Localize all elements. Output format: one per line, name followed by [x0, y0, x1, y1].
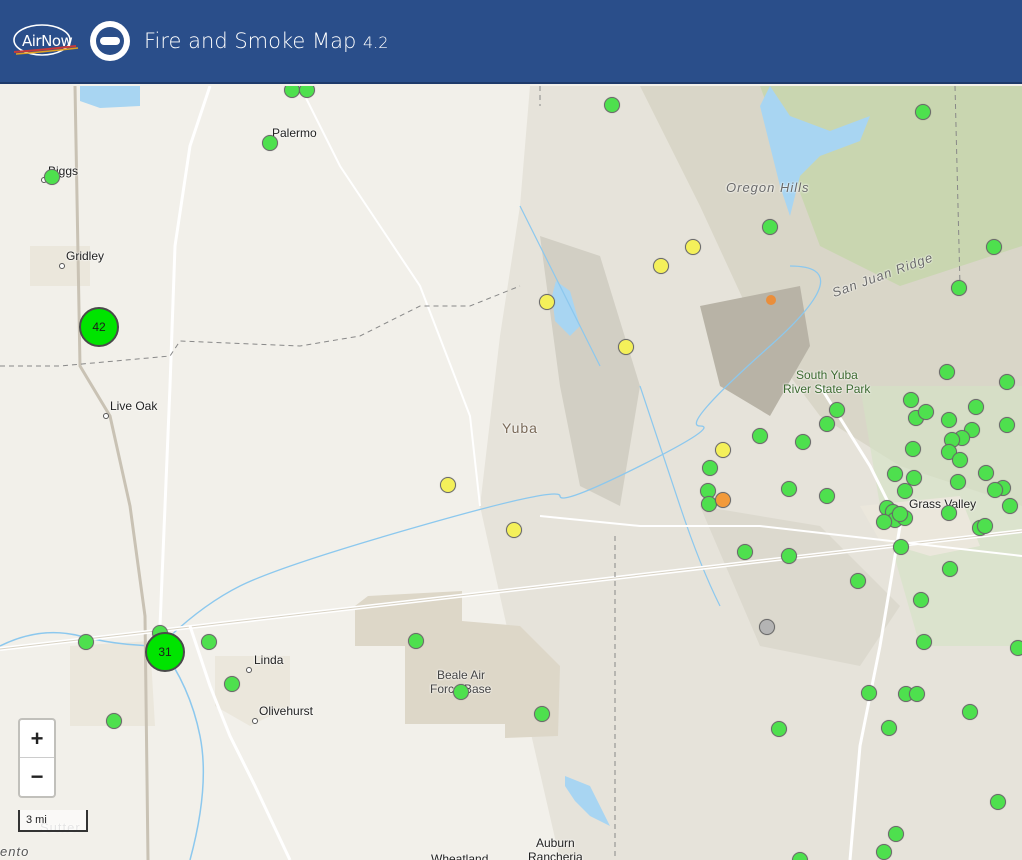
cluster-count: 42	[92, 320, 106, 334]
sensor-marker-good[interactable]	[990, 794, 1006, 810]
sensor-marker-good[interactable]	[942, 561, 958, 577]
sensor-marker-good[interactable]	[887, 466, 903, 482]
sensor-marker-moderate[interactable]	[539, 294, 555, 310]
sensor-marker-moderate[interactable]	[653, 258, 669, 274]
sensor-marker-good[interactable]	[888, 826, 904, 842]
sensor-marker-good[interactable]	[905, 441, 921, 457]
region-label-oregon: Oregon Hills	[726, 180, 810, 195]
place-label-gridley: Gridley	[66, 249, 105, 263]
sensor-marker-good[interactable]	[978, 465, 994, 481]
sensor-marker-good[interactable]	[453, 684, 469, 700]
basemap	[0, 86, 1022, 860]
zoom-control: + −	[18, 718, 56, 798]
cluster-count: 31	[158, 645, 172, 659]
sensor-marker-good[interactable]	[916, 634, 932, 650]
sensor-marker-good[interactable]	[829, 402, 845, 418]
version-label: 4.2	[362, 33, 389, 52]
park-label-river-state-park: River State Park	[783, 382, 871, 396]
sensor-marker-good[interactable]	[781, 548, 797, 564]
sensor-marker-good[interactable]	[408, 633, 424, 649]
sensor-marker-good[interactable]	[78, 634, 94, 650]
sensor-marker-good[interactable]	[915, 104, 931, 120]
sensor-marker-unknown[interactable]	[759, 619, 775, 635]
map-canvas[interactable]: Palermo Biggs Gridley Live Oak Linda Oli…	[0, 86, 1022, 860]
zoom-out-button[interactable]: −	[20, 758, 54, 795]
sensor-marker-good[interactable]	[604, 97, 620, 113]
place-label-linda: Linda	[254, 653, 284, 667]
epa-seal-icon[interactable]	[90, 21, 130, 61]
sensor-marker-good[interactable]	[951, 280, 967, 296]
sensor-marker-good[interactable]	[819, 416, 835, 432]
sensor-marker-good[interactable]	[781, 481, 797, 497]
sensor-marker-moderate[interactable]	[715, 442, 731, 458]
sensor-marker-good[interactable]	[968, 399, 984, 415]
sensor-marker-good[interactable]	[1010, 640, 1022, 656]
sensor-marker-good[interactable]	[941, 505, 957, 521]
place-label-wheatland: Wheatland	[431, 852, 489, 860]
sensor-marker-moderate[interactable]	[440, 477, 456, 493]
airnow-logo-text: AirNow	[22, 32, 73, 50]
sensor-marker-moderate[interactable]	[618, 339, 634, 355]
sensor-marker-good[interactable]	[950, 474, 966, 490]
place-label-palermo: Palermo	[272, 126, 317, 140]
sensor-marker-good[interactable]	[913, 592, 929, 608]
sensor-marker-good[interactable]	[1002, 498, 1018, 514]
sensor-marker-good[interactable]	[702, 460, 718, 476]
sensor-marker-good[interactable]	[44, 169, 60, 185]
sensor-marker-good[interactable]	[762, 219, 778, 235]
place-label-live-oak: Live Oak	[110, 399, 158, 413]
page-title: Fire and Smoke Map 4.2	[144, 29, 388, 53]
sensor-marker-good[interactable]	[737, 544, 753, 560]
sensor-marker-good[interactable]	[986, 239, 1002, 255]
sensor-marker-good[interactable]	[106, 713, 122, 729]
sensor-marker-good[interactable]	[262, 135, 278, 151]
sensor-marker-good[interactable]	[903, 392, 919, 408]
sensor-marker-good[interactable]	[771, 721, 787, 737]
place-label-auburn: Auburn	[536, 836, 575, 850]
sensor-marker-good[interactable]	[897, 483, 913, 499]
base-label-1: Beale Air	[437, 668, 486, 682]
place-label-rancheria: Rancheria	[528, 850, 583, 860]
sensor-marker-good[interactable]	[892, 506, 908, 522]
sensor-marker-good[interactable]	[876, 844, 892, 860]
sensor-marker-good[interactable]	[752, 428, 768, 444]
sensor-marker-good[interactable]	[850, 573, 866, 589]
place-label-sacramento: ento	[0, 844, 30, 859]
sensor-marker-good[interactable]	[881, 720, 897, 736]
sensor-marker-moderate[interactable]	[506, 522, 522, 538]
sensor-marker-good[interactable]	[987, 482, 1003, 498]
sensor-marker-good[interactable]	[962, 704, 978, 720]
sensor-marker-good[interactable]	[876, 514, 892, 530]
sensor-marker-usg[interactable]	[715, 492, 731, 508]
sensor-marker-good[interactable]	[918, 404, 934, 420]
sensor-marker-good[interactable]	[999, 374, 1015, 390]
sensor-marker-good[interactable]	[819, 488, 835, 504]
sensor-marker-good[interactable]	[977, 518, 993, 534]
sensor-marker-good[interactable]	[534, 706, 550, 722]
zoom-in-button[interactable]: +	[20, 720, 54, 758]
county-label-yuba: Yuba	[502, 420, 538, 436]
page-title-text: Fire and Smoke Map	[144, 29, 357, 53]
sensor-marker-good[interactable]	[939, 364, 955, 380]
cluster-marker[interactable]: 31	[145, 632, 185, 672]
sensor-marker-good[interactable]	[224, 676, 240, 692]
sensor-marker-good[interactable]	[909, 686, 925, 702]
sensor-marker-good[interactable]	[201, 634, 217, 650]
app-header: AirNow Fire and Smoke Map 4.2	[0, 0, 1022, 84]
sensor-marker-good[interactable]	[795, 434, 811, 450]
park-label-south-yuba: South Yuba	[796, 368, 858, 382]
sensor-marker-moderate[interactable]	[685, 239, 701, 255]
sensor-marker-good[interactable]	[861, 685, 877, 701]
sensor-marker-good[interactable]	[999, 417, 1015, 433]
scale-bar: 3 mi	[18, 810, 88, 832]
sensor-marker-good[interactable]	[952, 452, 968, 468]
sensor-marker-good[interactable]	[893, 539, 909, 555]
place-label-olivehurst: Olivehurst	[259, 704, 314, 718]
cluster-marker[interactable]: 42	[79, 307, 119, 347]
airnow-logo[interactable]: AirNow	[12, 20, 82, 62]
sensor-marker-good[interactable]	[941, 412, 957, 428]
